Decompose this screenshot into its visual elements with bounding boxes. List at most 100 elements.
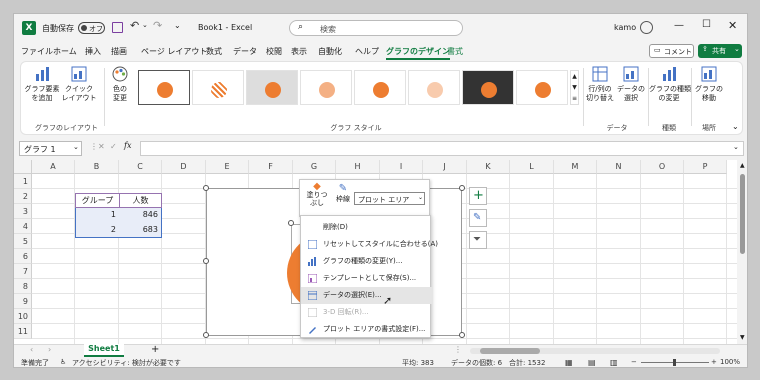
- menu-item-select-data[interactable]: データの選択(E)...: [301, 287, 432, 304]
- tab-home[interactable]: ホーム: [53, 46, 77, 57]
- tab-data[interactable]: データ: [233, 46, 257, 57]
- chart-style-7[interactable]: [462, 70, 514, 105]
- autosave-toggle[interactable]: オフ: [78, 22, 105, 34]
- column-header[interactable]: O: [641, 160, 684, 174]
- zoom-level[interactable]: 100%: [720, 358, 740, 366]
- save-icon[interactable]: [112, 22, 123, 33]
- user-avatar[interactable]: [640, 21, 653, 34]
- chart-styles-button[interactable]: ✎: [469, 209, 487, 227]
- minimize-icon[interactable]: —: [674, 20, 684, 31]
- column-header[interactable]: C: [119, 160, 162, 174]
- change-colors-button[interactable]: 色の 変更: [107, 66, 133, 103]
- quick-layout-button[interactable]: クイック レイアウト: [61, 66, 97, 103]
- zoom-slider[interactable]: [641, 359, 709, 366]
- fill-button[interactable]: ◆ 塗りつ ぶし: [305, 182, 329, 208]
- status-average[interactable]: 平均: 383: [402, 358, 434, 367]
- column-header[interactable]: B: [75, 160, 119, 174]
- resize-handle[interactable]: [459, 332, 465, 338]
- next-sheet-icon[interactable]: ›: [48, 345, 51, 354]
- row-header[interactable]: 9: [14, 294, 32, 309]
- scroll-down-icon[interactable]: ▼: [571, 82, 578, 93]
- menu-item-format-plot-area[interactable]: プロット エリアの書式設定(F)...: [301, 321, 432, 338]
- share-button[interactable]: ⇪ 共有 ⌄: [698, 44, 742, 58]
- row-header[interactable]: 10: [14, 309, 32, 324]
- tab-review[interactable]: 校閲: [266, 46, 282, 57]
- select-data-button[interactable]: データの 選択: [616, 66, 646, 103]
- undo-icon[interactable]: ↶: [130, 19, 139, 32]
- table-header-count[interactable]: 人数: [119, 193, 162, 208]
- prev-sheet-icon[interactable]: ‹: [30, 345, 33, 354]
- resize-handle[interactable]: [203, 185, 209, 191]
- menu-item-delete[interactable]: 削除(D): [301, 219, 432, 236]
- chart-style-3[interactable]: [246, 70, 298, 105]
- tab-automate[interactable]: 自動化: [318, 46, 342, 57]
- zoom-out-icon[interactable]: −: [631, 358, 637, 366]
- change-chart-type-button[interactable]: グラフの種類 の変更: [649, 66, 691, 103]
- outline-button[interactable]: ✎ 枠線: [332, 183, 354, 204]
- scroll-down-icon[interactable]: ▼: [740, 334, 745, 341]
- status-count[interactable]: データの個数: 6: [451, 358, 502, 367]
- normal-view-icon[interactable]: ▦: [565, 358, 573, 367]
- resize-handle[interactable]: [459, 185, 465, 191]
- row-header[interactable]: 1: [14, 174, 32, 189]
- row-header[interactable]: 3: [14, 204, 32, 219]
- column-header[interactable]: H: [336, 160, 380, 174]
- scroll-up-icon[interactable]: ▲: [740, 162, 745, 169]
- tab-chart-design[interactable]: グラフのデザイン: [386, 46, 450, 60]
- more-styles-icon[interactable]: ≡: [571, 93, 578, 104]
- tab-formulas[interactable]: 数式: [206, 46, 222, 57]
- scroll-up-icon[interactable]: ▲: [571, 71, 578, 82]
- scroll-thumb[interactable]: [740, 174, 745, 254]
- chart-style-1[interactable]: [138, 70, 190, 105]
- horizontal-scrollbar[interactable]: [470, 348, 720, 354]
- accessibility-status[interactable]: アクセシビリティ: 検討が必要です: [72, 358, 181, 367]
- chart-style-2[interactable]: [192, 70, 244, 105]
- comment-button[interactable]: ▭ コメント: [649, 44, 694, 58]
- status-sum[interactable]: 合計: 1532: [509, 358, 545, 367]
- column-header[interactable]: N: [597, 160, 641, 174]
- enter-icon[interactable]: ✓: [110, 142, 117, 151]
- column-header[interactable]: K: [467, 160, 510, 174]
- column-header[interactable]: F: [249, 160, 293, 174]
- close-icon[interactable]: ✕: [728, 19, 737, 32]
- table-header-group[interactable]: グループ: [75, 193, 119, 208]
- zoom-in-icon[interactable]: +: [711, 358, 717, 366]
- column-header[interactable]: L: [510, 160, 554, 174]
- menu-item-reset-style[interactable]: リセットしてスタイルに合わせる(A): [301, 236, 438, 253]
- row-header[interactable]: 4: [14, 219, 32, 234]
- chart-style-6[interactable]: [408, 70, 460, 105]
- search-box[interactable]: ⌕ 検索: [289, 20, 463, 36]
- expand-formula-icon[interactable]: ⌄: [733, 143, 739, 151]
- row-header[interactable]: 7: [14, 264, 32, 279]
- table-cell[interactable]: 846: [119, 208, 162, 223]
- switch-row-column-button[interactable]: 行/列の 切り替え: [585, 66, 615, 103]
- chart-style-8[interactable]: [516, 70, 568, 105]
- move-chart-button[interactable]: グラフの 移動: [693, 66, 725, 103]
- tab-help[interactable]: ヘルプ: [355, 46, 379, 57]
- select-all-corner[interactable]: [14, 160, 32, 174]
- row-header[interactable]: 11: [14, 324, 32, 339]
- chart-style-4[interactable]: [300, 70, 352, 105]
- tab-format[interactable]: 書式: [447, 46, 463, 57]
- name-box[interactable]: グラフ 1 ⌄: [19, 141, 82, 156]
- row-header[interactable]: 8: [14, 279, 32, 294]
- resize-handle[interactable]: [203, 258, 209, 264]
- column-header[interactable]: I: [380, 160, 423, 174]
- chart-elements-button[interactable]: +: [469, 187, 487, 205]
- column-header[interactable]: A: [32, 160, 75, 174]
- column-header[interactable]: G: [293, 160, 336, 174]
- add-sheet-icon[interactable]: +: [151, 344, 159, 355]
- chart-element-select[interactable]: プロット エリア ⌄: [354, 192, 425, 205]
- sheet-tab-sheet1[interactable]: Sheet1: [84, 344, 124, 357]
- column-header[interactable]: P: [684, 160, 727, 174]
- maximize-icon[interactable]: ☐: [702, 19, 711, 30]
- column-header[interactable]: D: [162, 160, 206, 174]
- tab-file[interactable]: ファイル: [21, 46, 53, 57]
- style-gallery-scroll[interactable]: ▲ ▼ ≡: [570, 70, 579, 105]
- vertical-scrollbar[interactable]: ▲ ▼: [737, 160, 747, 344]
- resize-handle[interactable]: [288, 220, 294, 226]
- menu-item-save-template[interactable]: テンプレートとして保存(S)...: [301, 270, 432, 287]
- resize-handle[interactable]: [203, 332, 209, 338]
- menu-item-change-chart-type[interactable]: グラフの種類の変更(Y)...: [301, 253, 432, 270]
- cancel-icon[interactable]: ✕: [98, 142, 105, 151]
